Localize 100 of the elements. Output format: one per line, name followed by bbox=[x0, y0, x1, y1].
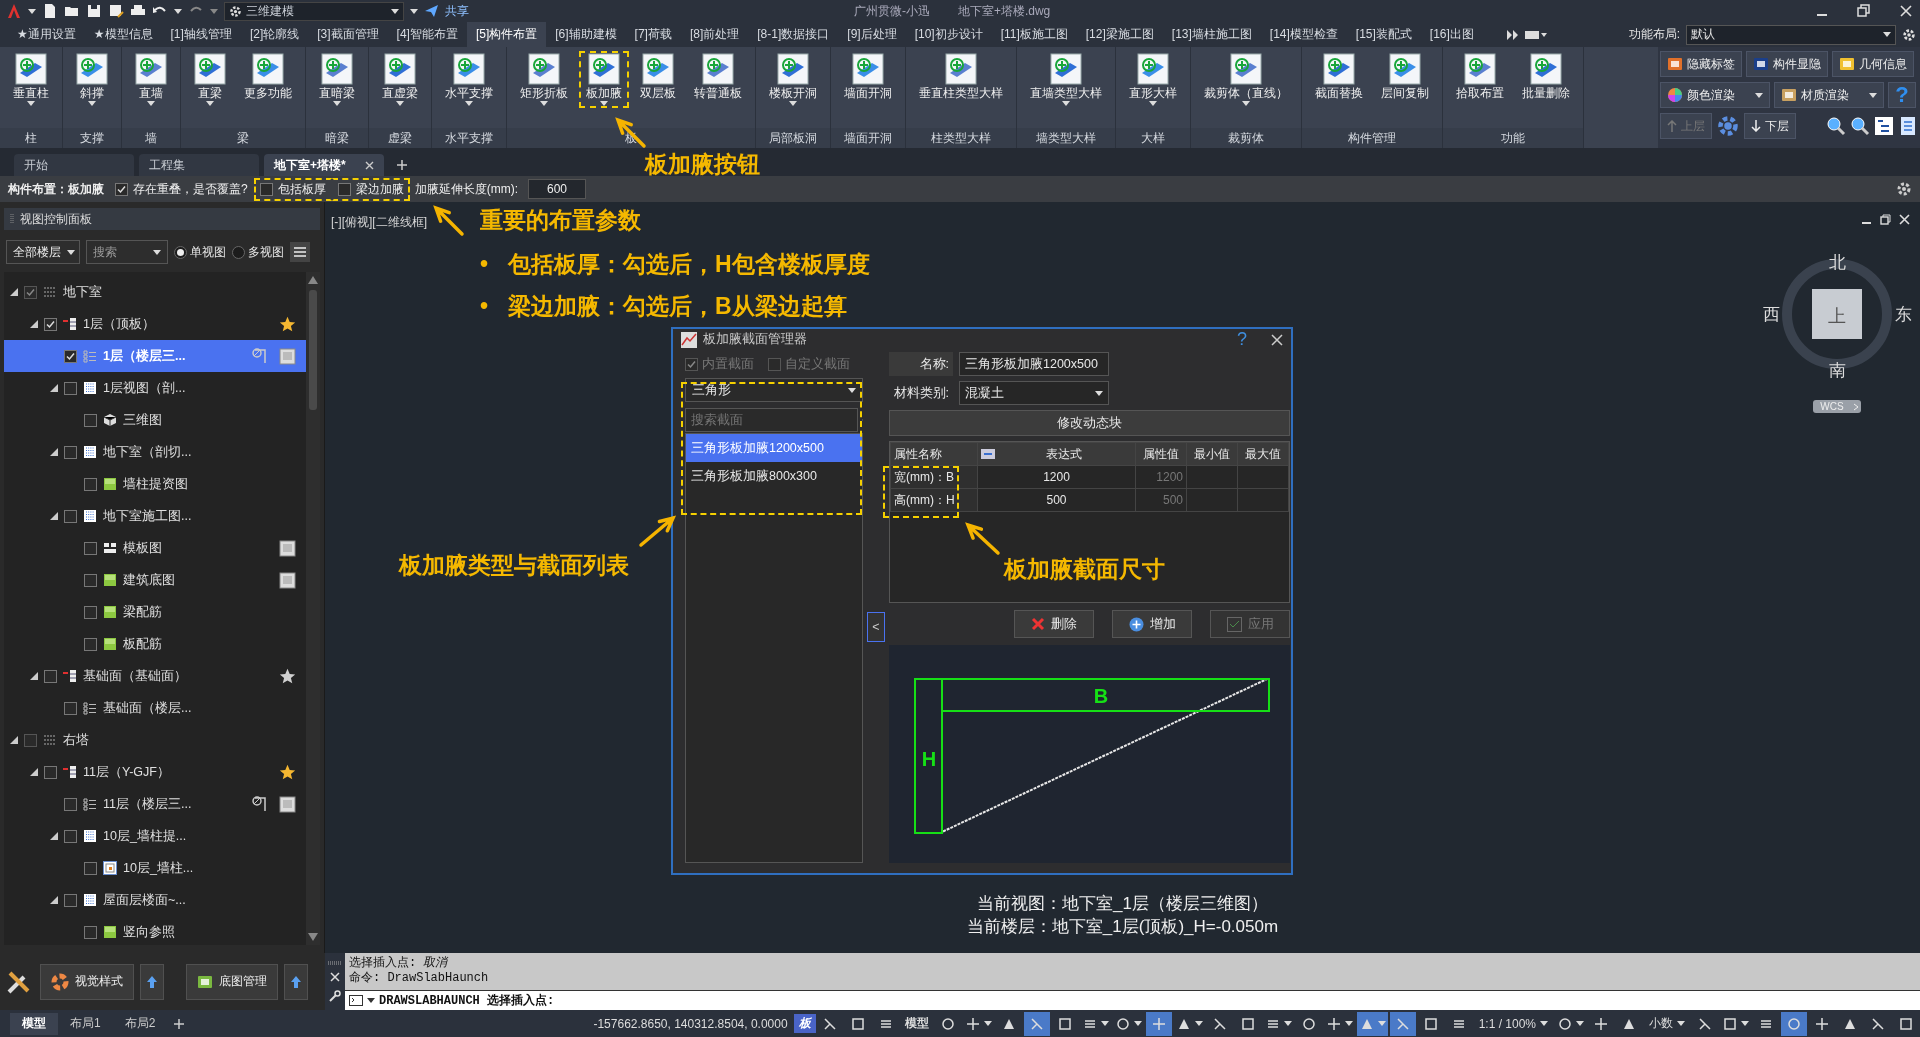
compass-label[interactable]: 北 bbox=[1828, 253, 1846, 272]
save-as-icon[interactable] bbox=[108, 3, 124, 19]
ribbon-button[interactable]: 墙面开洞 bbox=[837, 51, 899, 102]
tree-item[interactable]: 地下室施工图... bbox=[4, 500, 306, 532]
ribbon-button[interactable]: 直墙类型大样 bbox=[1023, 51, 1109, 108]
status-dropdown[interactable]: 1:1 / 100% bbox=[1472, 1016, 1554, 1031]
ribbon-tab[interactable]: [6]辅助建模 bbox=[546, 22, 626, 47]
tree-item[interactable]: 基础面（基础面） bbox=[4, 660, 306, 692]
checkbox[interactable] bbox=[64, 349, 77, 363]
save-icon[interactable] bbox=[86, 3, 102, 19]
ribbon-tab[interactable]: [2]轮廓线 bbox=[240, 22, 309, 47]
ribbon-button[interactable]: 转普通板 bbox=[687, 51, 749, 102]
expand-arrow-icon[interactable] bbox=[30, 768, 38, 776]
expand-arrow-icon[interactable] bbox=[50, 448, 58, 456]
ribbon-button[interactable]: 直梁 bbox=[187, 51, 233, 108]
checkbox[interactable] bbox=[259, 182, 273, 196]
collapse-button[interactable]: < bbox=[867, 611, 885, 642]
document-tab[interactable]: 地下室+塔楼* bbox=[264, 154, 384, 176]
tree-item[interactable]: 屋面层楼面~... bbox=[4, 884, 306, 916]
scrollbar-thumb[interactable] bbox=[309, 290, 317, 410]
expand-arrow-icon[interactable] bbox=[50, 512, 58, 520]
shape-dropdown[interactable]: 三角形 bbox=[685, 378, 863, 402]
checkbox[interactable] bbox=[64, 509, 77, 523]
expand-button[interactable] bbox=[284, 963, 308, 1000]
extend-length-field[interactable]: 600 bbox=[528, 179, 586, 199]
layout-tab[interactable]: 布局1 bbox=[58, 1012, 113, 1035]
scroll-down-icon[interactable] bbox=[308, 933, 318, 941]
expand-arrow-icon[interactable] bbox=[10, 288, 18, 296]
ribbon-tab[interactable]: [12]梁施工图 bbox=[1076, 22, 1163, 47]
checkbox[interactable] bbox=[64, 893, 77, 907]
menu-icon[interactable] bbox=[290, 242, 310, 262]
new-file-icon[interactable] bbox=[42, 3, 58, 19]
expand-arrow-icon[interactable] bbox=[10, 736, 18, 744]
ribbon-tab[interactable]: [8-1]数据接口 bbox=[748, 22, 839, 47]
sheet-icon[interactable] bbox=[279, 795, 296, 813]
ribbon-button[interactable]: 拾取布置 bbox=[1449, 51, 1511, 102]
layout-tab[interactable]: 模型 bbox=[10, 1012, 58, 1035]
tree-item[interactable]: 建筑底图 bbox=[4, 564, 306, 596]
section-list-item[interactable]: 三角形板加腋800x300 bbox=[686, 462, 862, 490]
app-logo-icon[interactable] bbox=[6, 3, 22, 19]
space-toggle[interactable]: 模型 bbox=[899, 1015, 934, 1032]
status-toggle[interactable] bbox=[1781, 1011, 1807, 1036]
checkbox[interactable] bbox=[44, 669, 57, 683]
modify-block-button[interactable]: 修改动态块 bbox=[889, 410, 1290, 436]
more-tabs-icon[interactable] bbox=[1506, 29, 1519, 40]
tree-item[interactable]: 基础面（楼层... bbox=[4, 692, 306, 724]
zoom-in-icon[interactable] bbox=[1826, 116, 1846, 136]
restore-icon[interactable] bbox=[1856, 3, 1872, 19]
ribbon-button[interactable]: 垂直柱类型大样 bbox=[912, 51, 1010, 102]
ribbon-tab[interactable]: [13]墙柱施工图 bbox=[1162, 22, 1261, 47]
dialog-button[interactable]: 增加 bbox=[1112, 610, 1192, 638]
add-tab-icon[interactable] bbox=[173, 1017, 186, 1030]
checkbox[interactable] bbox=[24, 285, 37, 299]
radio-button[interactable] bbox=[232, 245, 245, 259]
document-tab[interactable]: 工程集 bbox=[139, 154, 259, 176]
star-icon[interactable] bbox=[279, 667, 296, 685]
ribbon-tab[interactable]: ★通用设置 bbox=[8, 22, 85, 47]
close-icon[interactable] bbox=[1271, 333, 1283, 346]
expand-arrow-icon[interactable] bbox=[30, 672, 38, 680]
viewport-label[interactable]: [-][俯视][二维线框] bbox=[331, 214, 427, 231]
ribbon-tab[interactable]: [4]智能布置 bbox=[387, 22, 467, 47]
ribbon-tab[interactable]: [16]出图 bbox=[1420, 22, 1483, 47]
layout-dropdown[interactable]: 默认 bbox=[1686, 24, 1896, 45]
floor-dropdown[interactable]: 全部楼层 bbox=[6, 240, 80, 264]
visual-style-button[interactable]: 视觉样式 bbox=[40, 963, 134, 1000]
tree-item[interactable]: 11层（楼层三... bbox=[4, 788, 306, 820]
ribbon-button[interactable]: 直虚梁 bbox=[375, 51, 425, 108]
checkbox[interactable] bbox=[84, 413, 97, 427]
panel-button[interactable]: 隐藏标签 bbox=[1660, 51, 1742, 77]
status-toggle[interactable] bbox=[1389, 1011, 1416, 1036]
checkbox[interactable] bbox=[337, 182, 351, 196]
ribbon-button[interactable]: 截面替换 bbox=[1308, 51, 1370, 102]
ribbon-tab[interactable]: [9]后处理 bbox=[838, 22, 906, 47]
checkbox[interactable] bbox=[84, 477, 97, 491]
table-cell[interactable]: 1200 bbox=[977, 465, 1136, 489]
ribbon-button[interactable]: 楼板开洞 bbox=[762, 51, 824, 108]
render-dropdown[interactable]: 材质渲染 bbox=[1774, 82, 1884, 108]
ribbon-button[interactable]: 直墙 bbox=[128, 51, 174, 108]
ribbon-button[interactable]: 板加腋 bbox=[579, 51, 629, 108]
checkbox[interactable] bbox=[84, 573, 97, 587]
checkbox[interactable] bbox=[64, 829, 77, 843]
ribbon-button[interactable]: 裁剪体（直线） bbox=[1197, 51, 1295, 108]
tree-view-icon[interactable] bbox=[1874, 116, 1894, 136]
share-link[interactable]: 共享 bbox=[445, 2, 469, 20]
tree-item[interactable]: 竖向参照 bbox=[4, 916, 306, 945]
ribbon-button[interactable]: 直形大样 bbox=[1122, 51, 1184, 108]
ribbon-button[interactable]: 水平支撑 bbox=[438, 51, 500, 108]
tree-item[interactable]: 右塔 bbox=[4, 724, 306, 756]
ribbon-tab[interactable]: [15]装配式 bbox=[1346, 22, 1421, 47]
door-icon[interactable] bbox=[252, 795, 269, 813]
share-icon[interactable] bbox=[424, 4, 439, 18]
radio-button[interactable] bbox=[174, 245, 187, 259]
name-field[interactable]: 三角形板加腋1200x500 bbox=[959, 352, 1109, 376]
expand-arrow-icon[interactable] bbox=[50, 832, 58, 840]
ribbon-tab[interactable]: ★模型信息 bbox=[84, 22, 162, 47]
settings-icon[interactable] bbox=[1896, 181, 1912, 197]
mode-badge[interactable]: 板 bbox=[793, 1014, 816, 1033]
compass-label[interactable]: 西 bbox=[1762, 305, 1780, 324]
zoom-out-icon[interactable] bbox=[1850, 116, 1870, 136]
checkbox[interactable] bbox=[64, 381, 77, 395]
